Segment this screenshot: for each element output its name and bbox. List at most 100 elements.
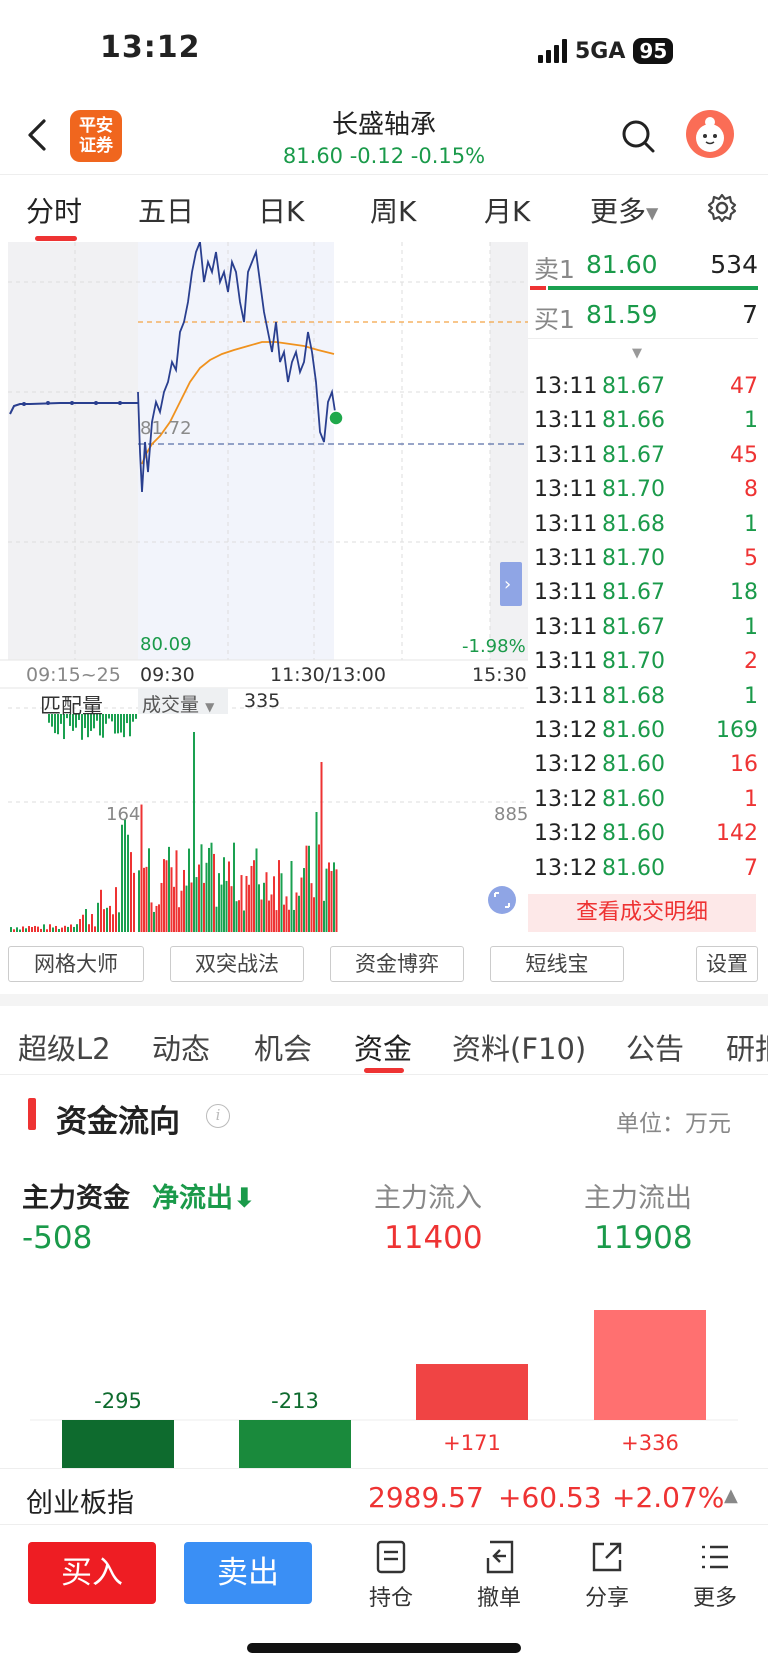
positions-button[interactable]: 持仓: [346, 1538, 436, 1612]
volume-selector[interactable]: 成交量 ▼: [142, 690, 214, 717]
tick-time: 13:12: [534, 718, 598, 743]
tick-price: 81.68: [602, 683, 665, 709]
volume-bar: [28, 926, 30, 932]
settings-button[interactable]: 设置: [696, 946, 758, 982]
info-icon[interactable]: i: [206, 1104, 230, 1128]
volume-bar: [285, 896, 288, 932]
volume-bar: [250, 865, 253, 932]
grid-master-button[interactable]: 网格大师: [8, 946, 144, 982]
tab-daily-k[interactable]: 日K: [258, 190, 304, 230]
tab-weekly-k[interactable]: 周K: [370, 190, 416, 230]
tick-price: 81.60: [602, 855, 665, 881]
volume-bar: [215, 906, 218, 932]
volume-bar: [233, 842, 235, 932]
expand-up-icon[interactable]: ▲: [724, 1485, 738, 1506]
double-break-button[interactable]: 双突战法: [170, 946, 304, 982]
volume-bar: [313, 897, 315, 932]
volume-bar: [67, 926, 69, 932]
tab-more[interactable]: 更多▼: [590, 190, 658, 230]
tab-super-l2[interactable]: 超级L2: [18, 1026, 111, 1068]
tick-volume: 1: [744, 614, 758, 640]
tick-volume: 8: [744, 477, 758, 503]
tick-time: 13:11: [534, 477, 598, 503]
volume-bar: [333, 862, 335, 932]
fund-flow-bar: [62, 1420, 174, 1468]
volume-bar: [243, 910, 245, 932]
sell-button[interactable]: 卖出: [184, 1542, 312, 1604]
more-button[interactable]: 更多: [670, 1538, 760, 1612]
match-bar: [105, 714, 107, 724]
volume-bar: [138, 870, 140, 932]
tick-row: 13:11 81.68 1: [532, 510, 760, 544]
volume-bar: [293, 909, 295, 932]
tick-row: 13:11 81.67 1: [532, 613, 760, 647]
volume-bar: [94, 926, 96, 932]
volume-bar: [265, 872, 268, 932]
index-name: 创业板指: [26, 1488, 134, 1519]
buy-button[interactable]: 买入: [28, 1542, 156, 1604]
volume-bar: [160, 882, 163, 932]
tab-research[interactable]: 研报: [726, 1026, 768, 1066]
ask-vol: 534: [710, 250, 758, 279]
volume-bar: [13, 929, 15, 932]
volume-bar: [163, 859, 165, 932]
fund-game-button[interactable]: 资金博弈: [330, 946, 464, 982]
tick-row: 13:11 81.70 2: [532, 647, 760, 681]
collapse-caret-icon[interactable]: ▼: [632, 346, 642, 361]
intraday-chart[interactable]: ›: [0, 242, 528, 936]
volume-bar: [290, 861, 293, 932]
volume-bar: [25, 928, 27, 932]
cancel-order-button[interactable]: 撤单: [454, 1538, 544, 1612]
tick-price: 81.67: [602, 374, 665, 399]
match-bar: [132, 714, 134, 722]
share-button[interactable]: 分享: [562, 1538, 652, 1612]
avatar[interactable]: [686, 110, 734, 158]
menu-list-icon: [702, 1545, 728, 1569]
tab-monthly-k[interactable]: 月K: [484, 190, 530, 230]
volume-bar: [263, 882, 265, 932]
tab-announcement[interactable]: 公告: [626, 1026, 684, 1068]
tick-price: 81.60: [602, 718, 665, 743]
volume-bar: [133, 872, 135, 932]
fund-flow-bar-label: +336: [621, 1431, 679, 1455]
volume-bar: [203, 882, 205, 932]
volume-bar: [82, 914, 84, 932]
section-marker: [28, 1098, 36, 1130]
index-change-pct: +2.07%: [612, 1481, 725, 1514]
volume-bar: [143, 867, 145, 932]
tick-volume: 1: [744, 786, 758, 812]
volume-bar: [245, 875, 248, 932]
volume-bar: [328, 862, 330, 932]
volume-bar: [19, 929, 21, 932]
volume-bar: [230, 886, 233, 932]
search-icon[interactable]: [618, 116, 658, 156]
tab-news[interactable]: 动态: [152, 1026, 210, 1068]
settings-gear-icon[interactable]: [706, 192, 738, 224]
tick-time: 13:11: [534, 374, 598, 399]
volume-bar: [185, 885, 188, 932]
index-ticker[interactable]: 创业板指 2989.57 +60.53 +2.07% ▲: [0, 1468, 768, 1524]
tab-funds[interactable]: 资金: [354, 1026, 412, 1068]
tab-five-day[interactable]: 五日: [138, 190, 194, 230]
tab-intraday[interactable]: 分时: [26, 190, 82, 230]
volume-bar: [58, 928, 60, 932]
bid-vol: 7: [742, 300, 758, 329]
bid-price: 81.59: [586, 300, 658, 329]
volume-bar: [178, 907, 180, 932]
volume-bar: [106, 907, 108, 932]
volume-bar: [255, 848, 258, 932]
tick-volume: 169: [716, 718, 758, 743]
tab-profile[interactable]: 资料(F10): [452, 1026, 586, 1068]
volume-bar: [76, 924, 78, 932]
match-bar: [111, 714, 113, 722]
match-bar: [129, 714, 131, 737]
short-line-button[interactable]: 短线宝: [490, 946, 624, 982]
tick-price: 81.67: [602, 442, 665, 468]
volume-bar: [320, 762, 323, 932]
home-indicator: [247, 1643, 521, 1653]
view-deal-detail-button[interactable]: 查看成交明细: [528, 894, 756, 932]
tick-row: 13:11 81.70 8: [532, 475, 760, 509]
volume-bar: [173, 886, 175, 932]
tab-opportunity[interactable]: 机会: [254, 1026, 312, 1068]
volume-bar: [270, 894, 273, 932]
